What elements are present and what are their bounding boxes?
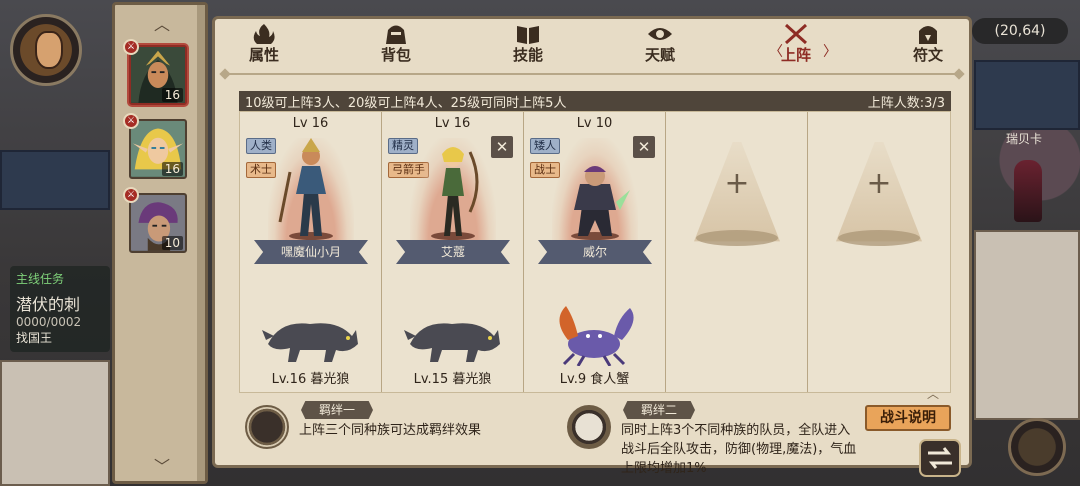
- chevron-right-icon: 〉: [823, 44, 837, 60]
- empty-pedestal: [838, 230, 920, 246]
- bond-two: 羁绊二 同时上阵3个不同种族的队员，全队进入 战斗后全队攻击，防御(物理,魔法)…: [567, 401, 867, 476]
- empty-lineup-slot[interactable]: +: [808, 112, 950, 392]
- rune-icon: [919, 26, 937, 44]
- lineup-rule-text: 10级可上阵3人、20级可上阵4人、25级可同时上阵5人: [245, 96, 567, 111]
- map-coordinates: (20,64): [972, 18, 1068, 44]
- pet-label: Lv.16 暮光狼: [271, 372, 350, 387]
- hero-figure-icon: [431, 147, 479, 240]
- tab-divider: [225, 73, 959, 75]
- bond-title: 羁绊二: [623, 401, 695, 419]
- empty-lineup-slot[interactable]: +: [666, 112, 808, 392]
- sword-badge-icon: ⚔: [123, 113, 139, 129]
- lineup-info-bar: 10级可上阵3人、20级可上阵4人、25级可同时上阵5人 上阵人数:3/3: [239, 91, 951, 111]
- scroll-up-arrow-icon[interactable]: ︿: [151, 11, 173, 35]
- player-avatar[interactable]: [10, 14, 82, 86]
- bond-title: 羁绊一: [301, 401, 373, 419]
- hero-name: 艾蔻: [440, 245, 465, 259]
- lineup-slot[interactable]: Lv 16 人类 术士 嘿魔仙小月 Lv.16 暮光狼: [240, 112, 382, 392]
- scroll-indicator-icon: ︿: [926, 387, 939, 401]
- tab-skills[interactable]: 技能: [493, 23, 563, 71]
- tab-label: 天赋: [644, 46, 675, 64]
- rail-edge: [197, 5, 205, 481]
- tab-bar: 属性 背包 技能 天赋 〈 上阵 〉 符文: [215, 19, 969, 75]
- eye-icon: [648, 28, 672, 40]
- bond-description: 同时上阵3个不同种族的队员，全队进入 战斗后全队攻击，防御(物理,魔法)，气血 …: [621, 421, 856, 478]
- building-wall: [0, 360, 110, 486]
- hero-figure-icon: [278, 138, 333, 240]
- npc-character[interactable]: [1014, 160, 1042, 222]
- battle-info-button[interactable]: 战斗说明: [865, 405, 951, 431]
- bond-description: 上阵三个同种族可达成羁绊效果: [299, 421, 481, 440]
- bag-icon: [386, 25, 406, 44]
- hero-level: 10: [161, 236, 183, 250]
- tab-label: 技能: [512, 46, 543, 64]
- quest-tracker[interactable]: 主线任务 潜伏的刺 0000/0002 找国王: [10, 266, 110, 352]
- lineup-slot[interactable]: Lv 10 矮人 战士 ✕ 威尔 Lv.9 食人蟹: [524, 112, 666, 392]
- tab-label: 背包: [380, 46, 411, 64]
- quest-progress: 0000/0002: [16, 315, 82, 329]
- pet-label: Lv.15 暮光狼: [413, 372, 492, 387]
- hero-level: 16: [161, 162, 183, 176]
- hero-level: 16: [161, 88, 183, 102]
- building-roof: [0, 150, 110, 210]
- tab-runes[interactable]: 符文: [893, 23, 963, 71]
- tab-inventory[interactable]: 背包: [361, 23, 431, 71]
- lineup-slot[interactable]: Lv 16 精灵 弓箭手 ✕ 艾蔻 Lv.15 暮光狼: [382, 112, 524, 392]
- swap-arrows-icon[interactable]: [918, 438, 962, 478]
- slot-level: Lv 10: [576, 116, 613, 131]
- crossed-swords-icon: [784, 23, 808, 45]
- lineup-slots: Lv 16 人类 术士 嘿魔仙小月 Lv.16 暮光狼 Lv 16 精灵 弓箭手…: [239, 111, 951, 393]
- hero-card[interactable]: 16: [129, 119, 187, 179]
- slot-level: Lv 16: [434, 116, 471, 131]
- tab-label: 符文: [912, 46, 943, 64]
- add-hero-plus-icon[interactable]: +: [724, 166, 750, 201]
- tab-attributes[interactable]: 属性: [229, 23, 299, 71]
- bond-one: 羁绊一 上阵三个同种族可达成羁绊效果: [245, 401, 545, 463]
- flame-icon: [253, 24, 275, 44]
- quest-name: 潜伏的刺: [16, 295, 81, 314]
- hero-name: 嘿魔仙小月: [280, 245, 341, 259]
- wolf-pet-icon[interactable]: [402, 300, 504, 366]
- crab-pet-icon[interactable]: [544, 300, 646, 366]
- bond-emblem-icon: [245, 405, 289, 449]
- bond-desc-line: 战斗后全队攻击，防御(物理,魔法)，气血: [621, 442, 857, 457]
- pet-label: Lv.9 食人蟹: [559, 372, 630, 387]
- building-roof: [974, 60, 1080, 130]
- npc-name: 瑞贝卡: [1006, 132, 1043, 146]
- hero-name: 威尔: [582, 245, 607, 259]
- hero-name-banner: 嘿魔仙小月: [254, 240, 368, 264]
- tab-label: 属性: [248, 46, 279, 64]
- tab-label: 上阵: [780, 46, 811, 64]
- hero-card[interactable]: 16: [129, 45, 187, 105]
- hero-name-banner: 威尔: [538, 240, 652, 264]
- hero-name-banner: 艾蔻: [396, 240, 510, 264]
- slot-level: Lv 16: [292, 116, 329, 131]
- hero-lineup-panel: 属性 背包 技能 天赋 〈 上阵 〉 符文 10级可上阵3人、20级可上阵4人、…: [212, 16, 972, 476]
- avatar-face: [35, 31, 63, 69]
- book-icon: [517, 26, 539, 44]
- bond-desc-line: 上限均增加1%: [621, 461, 707, 476]
- quest-title: 主线任务: [16, 272, 65, 286]
- lineup-count: 上阵人数:3/3: [867, 96, 945, 111]
- quest-description: 找国王: [16, 331, 53, 345]
- bond-desc-line: 上阵三个同种族可达成羁绊效果: [299, 423, 482, 438]
- scroll-down-arrow-icon[interactable]: ﹀: [151, 453, 173, 477]
- hero-card[interactable]: 10: [129, 193, 187, 253]
- bond-emblem-active-icon: [567, 405, 611, 449]
- sword-badge-icon: ⚔: [123, 39, 139, 55]
- add-hero-plus-icon[interactable]: +: [866, 166, 892, 201]
- hero-selector-rail: ︿ 16 ⚔ 16 ⚔ 10 ⚔ ﹀: [112, 2, 208, 484]
- action-button[interactable]: [1008, 418, 1066, 476]
- tab-lineup[interactable]: 上阵: [761, 23, 831, 71]
- building-wall: [974, 230, 1080, 420]
- hero-figure-icon: [571, 166, 630, 240]
- tab-talents[interactable]: 天赋: [625, 23, 695, 71]
- empty-pedestal: [696, 230, 778, 246]
- sword-badge-icon: ⚔: [123, 187, 139, 203]
- wolf-pet-icon[interactable]: [260, 300, 362, 366]
- bond-desc-line: 同时上阵3个不同种族的队员，全队进入: [621, 423, 851, 438]
